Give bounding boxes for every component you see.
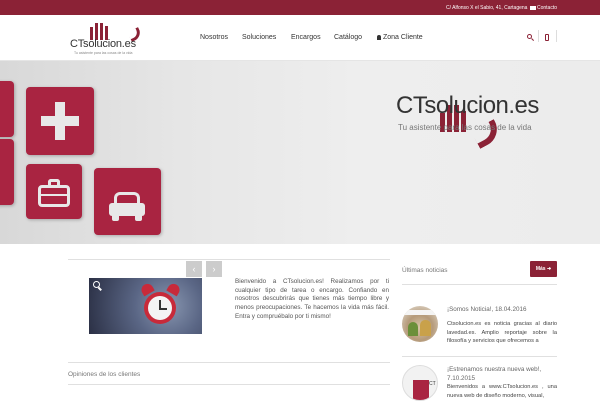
tile-plus [26,87,94,155]
nav-catalogo[interactable]: Catálogo [334,34,362,41]
nav-encargos[interactable]: Encargos [291,34,321,41]
envelope-icon [530,5,536,10]
news-thumbnail[interactable]: CT [402,365,438,401]
news-title: Últimas noticias [402,267,448,274]
news-thumbnail[interactable] [402,306,438,342]
divider [538,30,539,42]
logo-bars-icon [90,20,143,43]
carousel-next-button[interactable]: › [206,261,222,277]
plus-icon [26,87,94,155]
search-icon[interactable] [527,34,535,42]
opiniones-title: Opiniones de los clientes [68,371,141,378]
divider [402,356,557,357]
logo-name: CTsolucion.es [70,38,136,50]
news-item-body: Ctsolucion.es es noticia gracias al diar… [447,321,557,344]
tile-car [94,168,161,235]
hero-banner [0,61,600,244]
contact-label: Contacto [537,5,558,11]
nav-soluciones[interactable]: Soluciones [242,34,276,41]
phone-icon[interactable] [545,34,549,41]
carousel-prev-button[interactable]: ‹ [186,261,202,277]
car-icon [94,168,161,235]
hero-brand-name: CTsolucion.es [396,92,539,119]
site-logo[interactable]: CTsolucion.es Tu asistente para las cosa… [70,18,143,60]
tile-briefcase [26,164,82,219]
news-item-body: Bienvenidos a www.CTsolucion.es , una nu… [447,384,557,399]
contact-link[interactable]: Contacto [530,5,557,11]
nav-zona-cliente-label: Zona Cliente [383,34,423,41]
briefcase-icon [26,164,82,219]
divider [68,362,390,363]
divider [402,284,557,285]
logo-tagline: Tu asistente para las cosas de la vida [74,51,133,55]
divider [68,259,390,260]
magnify-icon [93,281,103,291]
hero-tagline: Tu asistente para las cosas de la vida [398,123,532,132]
news-item-title[interactable]: ¡Estrenamos nuestra nueva web!, 7.10.201… [447,366,557,383]
nav-zona-cliente[interactable]: Zona Cliente [377,34,423,41]
tile-partial [0,81,14,137]
top-bar: C/ Alfonso X el Sabio, 41, Cartagena Con… [0,0,600,15]
address-text: C/ Alfonso X el Sabio, 41, Cartagena [446,5,528,11]
divider [68,384,390,385]
tile-partial [0,139,14,205]
alarm-clock-image[interactable] [89,278,202,334]
news-item-title[interactable]: ¡Somos Noticia!, 18.04.2016 [447,306,557,315]
divider [556,30,557,42]
more-news-button[interactable]: Más ➜ [530,261,557,277]
user-icon [377,35,381,40]
welcome-text: Bienvenido a CTsolucion.es! Realizamos p… [235,278,389,320]
nav-nosotros[interactable]: Nosotros [200,34,228,41]
site-header: CTsolucion.es Tu asistente para las cosa… [0,15,600,61]
